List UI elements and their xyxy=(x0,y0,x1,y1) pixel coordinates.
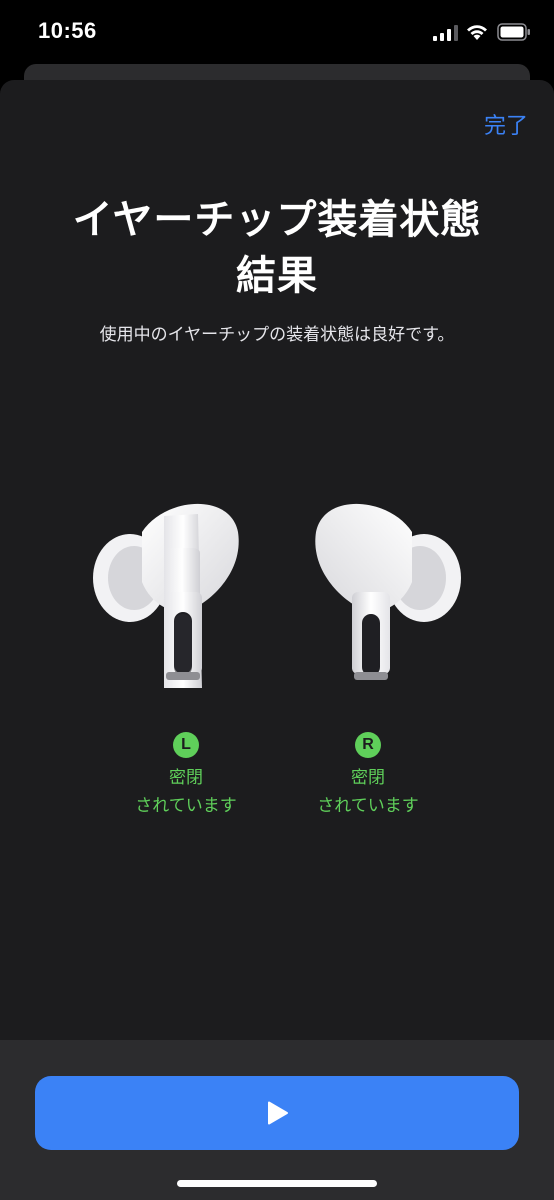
title-line-1: イヤーチップ装着状態 xyxy=(72,197,482,243)
right-seal-status: R 密閉 されています xyxy=(298,732,438,820)
page-title: イヤーチップ装着状態 結果 xyxy=(0,192,554,304)
home-indicator[interactable] xyxy=(177,1180,377,1187)
left-seal-status-line-2: されています xyxy=(135,796,237,816)
battery-icon xyxy=(497,23,530,41)
right-earbud-image xyxy=(315,503,461,680)
left-seal-status: L 密閉 されています xyxy=(116,732,256,820)
status-time: 10:56 xyxy=(38,18,97,43)
wifi-icon xyxy=(467,25,487,40)
left-side-badge: L xyxy=(173,732,199,758)
left-seal-status-line-1: 密閉 xyxy=(169,768,203,788)
signal-icon xyxy=(433,25,458,41)
title-line-2: 結果 xyxy=(236,253,318,299)
right-side-badge: R xyxy=(355,732,381,758)
status-bar: 10:56 xyxy=(0,0,554,66)
left-earbud-image xyxy=(93,503,239,688)
bottom-toolbar xyxy=(0,1040,554,1200)
right-seal-status-line-1: 密閉 xyxy=(351,768,385,788)
result-description: 使用中のイヤーチップの装着状態は良好です。 xyxy=(99,325,455,345)
right-seal-status-line-2: されています xyxy=(317,796,419,816)
play-icon xyxy=(268,1101,288,1125)
play-button[interactable] xyxy=(35,1076,519,1150)
fit-test-result-sheet: 完了 イヤーチップ装着状態 結果 使用中のイヤーチップの装着状態は良好です。 L… xyxy=(0,80,554,1200)
done-button[interactable]: 完了 xyxy=(484,108,528,140)
